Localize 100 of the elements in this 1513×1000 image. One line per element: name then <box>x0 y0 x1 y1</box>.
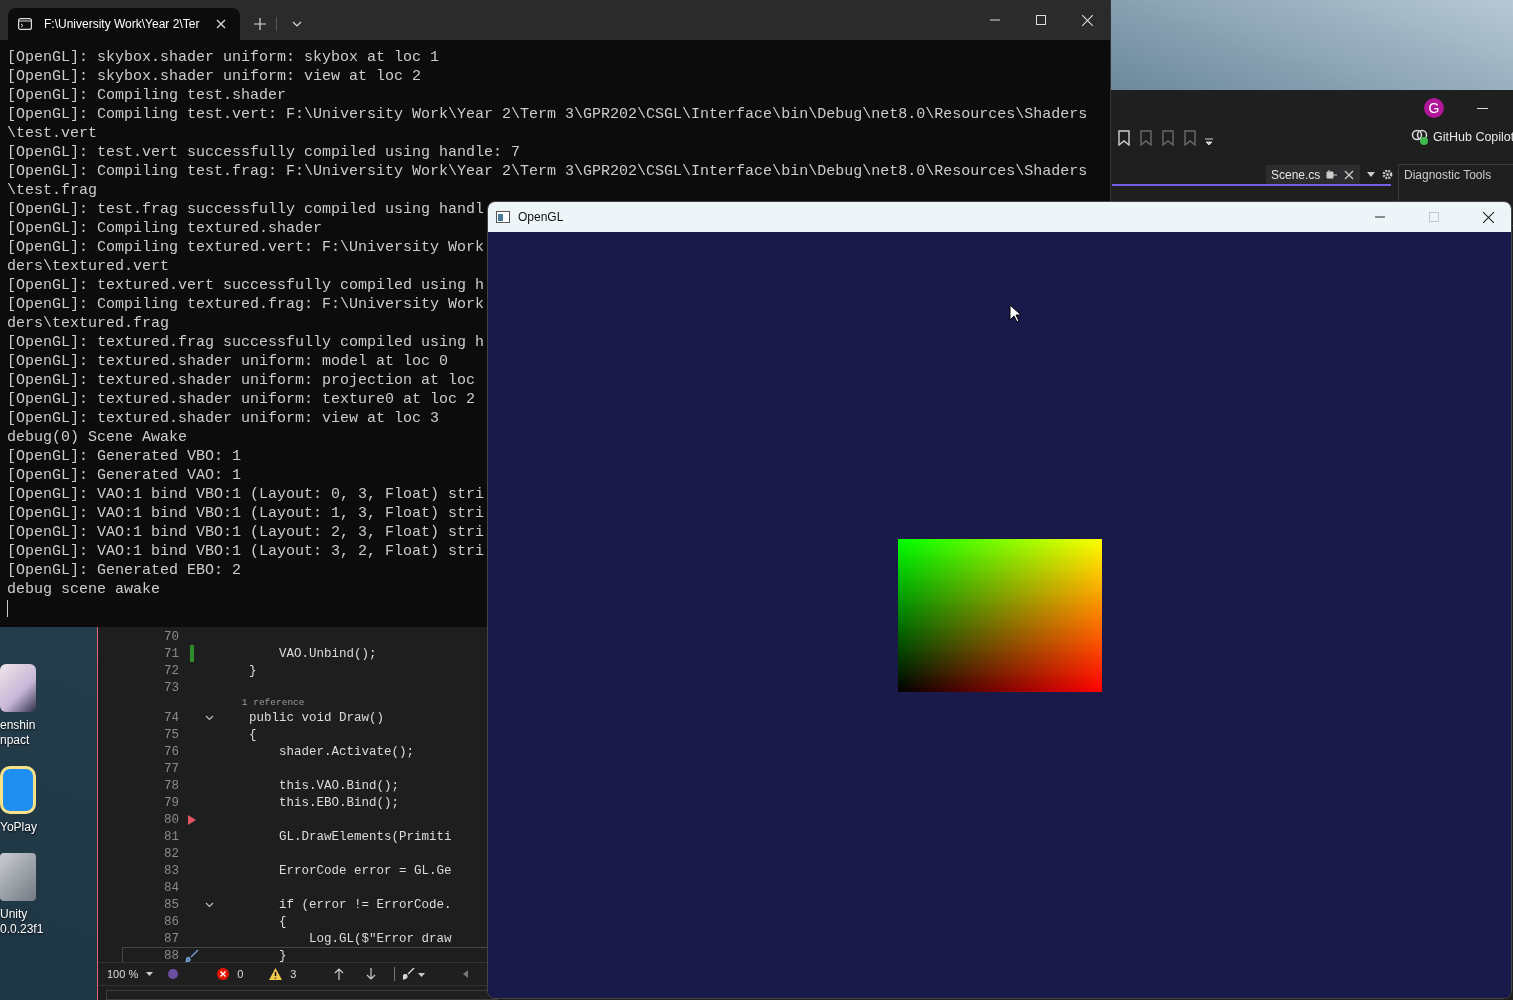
line-number: 83 <box>163 863 179 878</box>
line-number: 87 <box>163 931 179 946</box>
terminal-output-line: [OpenGL]: Compiling textured.vert: F:\University Work <box>7 238 485 257</box>
line-number: 72 <box>163 663 179 678</box>
terminal-output-line: [OpenGL]: VAO:1 bind VBO:1 (Layout: 3, 2, Float) stri <box>7 542 485 561</box>
code-line: } <box>278 948 287 962</box>
terminal-output-line: [OpenGL]: textured.shader uniform: projection at loc <box>7 371 476 390</box>
terminal-output-line: ders\textured.frag <box>7 314 170 333</box>
terminal-output-line: [OpenGL]: VAO:1 bind VBO:1 (Layout: 1, 3, Float) stri <box>7 504 485 523</box>
line-number: 71 <box>163 646 179 661</box>
window-icon <box>496 211 510 223</box>
close-icon[interactable] <box>216 19 226 29</box>
document-tab[interactable]: Scene.cs <box>1266 165 1361 184</box>
warning-icon[interactable] <box>269 968 283 980</box>
terminal-output-line: [OpenGL]: test.vert successfully compiled using handle: 7 <box>7 143 521 162</box>
line-number: 86 <box>163 914 179 929</box>
desktop-icon-label[interactable]: Unity 0.0.23f1 <box>0 907 60 937</box>
code-line: this.VAO.Bind(); <box>278 778 400 793</box>
terminal-output-line: [OpenGL]: textured.shader uniform: view at loc 3 <box>7 409 440 428</box>
collapse-icon[interactable] <box>205 901 214 908</box>
terminal-output-line: [OpenGL]: Compiling test.shader <box>7 86 287 105</box>
brush-icon[interactable] <box>185 948 199 962</box>
desktop-icon-label[interactable]: enshin npact <box>0 718 60 748</box>
code-line: { <box>248 727 257 742</box>
window-title: OpenGL <box>518 210 564 224</box>
terminal-output-line: \test.frag <box>7 181 97 200</box>
code-line: shader.Activate(); <box>278 744 415 759</box>
brush-icon[interactable] <box>403 968 426 980</box>
line-number: 88 <box>163 948 179 962</box>
terminal-output-line: [OpenGL]: Compiling test.vert: F:\University Work\Year 2\Term 3\GPR202\CSGL\Interface\bin\Debug\net8.0\Resources\Shaders <box>7 105 1088 124</box>
overflow-icon[interactable] <box>1205 138 1213 146</box>
error-icon[interactable] <box>217 968 230 980</box>
zoom-dropdown[interactable]: 100 % <box>107 968 160 980</box>
line-number: 70 <box>163 629 179 644</box>
line-number: 79 <box>163 795 179 810</box>
terminal-output-line: [OpenGL]: textured.shader uniform: texture0 at loc 2 <box>7 390 476 409</box>
line-number: 78 <box>163 778 179 793</box>
account-avatar[interactable]: G <box>1424 98 1444 118</box>
terminal-output-line: debug scene awake <box>7 580 161 599</box>
arrow-up-icon[interactable] <box>334 968 345 980</box>
terminal-output-line: [OpenGL]: test.frag successfully compiled using handl <box>7 200 485 219</box>
chat-app-icon[interactable] <box>0 766 36 814</box>
code-line: } <box>248 663 257 678</box>
terminal-output-line: [OpenGL]: textured.frag successfully compiled using h <box>7 333 485 352</box>
terminal-output-line: [OpenGL]: skybox.shader uniform: skybox at loc 1 <box>7 48 440 67</box>
scroll-left-icon[interactable] <box>463 970 469 978</box>
code-line: ErrorCode error = GL.Ge <box>278 863 452 878</box>
terminal-output-line: [OpenGL]: VAO:1 bind VBO:1 (Layout: 0, 3, Float) stri <box>7 485 485 504</box>
line-number: 81 <box>163 829 179 844</box>
triangle-marker-icon <box>188 814 196 825</box>
line-number: 75 <box>163 727 179 742</box>
line-number: 77 <box>163 761 179 776</box>
arrow-down-icon[interactable] <box>366 968 377 980</box>
settings-icon[interactable] <box>1382 169 1394 180</box>
terminal-icon <box>18 18 32 30</box>
code-line: if (error != ErrorCode. <box>278 897 452 912</box>
terminal-output-line: debug(0) Scene Awake <box>7 428 188 447</box>
terminal-output-line: [OpenGL]: VAO:1 bind VBO:1 (Layout: 2, 3, Float) stri <box>7 523 485 542</box>
terminal-output-line: [OpenGL]: skybox.shader uniform: view at loc 2 <box>7 67 422 86</box>
mouse-pointer-icon <box>1009 304 1021 323</box>
terminal-output-line: [OpenGL]: Generated VAO: 1 <box>7 466 242 485</box>
line-number: 76 <box>163 744 179 759</box>
close-icon[interactable] <box>1344 169 1355 180</box>
code-line: VAO.Unbind(); <box>278 646 377 661</box>
terminal-output-line: [OpenGL]: textured.vert successfully compiled using h <box>7 276 485 295</box>
code-line: GL.DrawElements(Primiti <box>278 829 452 844</box>
dropdown-icon[interactable] <box>1367 172 1376 177</box>
line-number: 84 <box>163 880 179 895</box>
terminal-tab[interactable]: F:\University Work\Year 2\Ter <box>8 8 240 40</box>
panel-title: Diagnostic Tools <box>1403 167 1493 184</box>
code-line: Log.GL($"Error draw <box>308 931 452 946</box>
terminal-output-line: \test.vert <box>7 124 97 143</box>
warning-count: 3 <box>290 968 297 980</box>
terminal-output-line: [OpenGL]: Compiling test.frag: F:\University Work\Year 2\Term 3\GPR202\CSGL\Interface\bin\Debug\net8.0\Resources\Shaders <box>7 162 1088 181</box>
code-line: { <box>278 914 287 929</box>
maximize-icon <box>1429 212 1439 222</box>
close-icon <box>1482 211 1494 223</box>
caret-icon <box>146 972 154 976</box>
maximize-icon <box>1036 15 1046 25</box>
code-line: public void Draw() <box>248 710 385 725</box>
reference-count-link[interactable]: 1 reference <box>219 697 305 708</box>
line-number: 80 <box>163 812 179 827</box>
pin-icon[interactable] <box>1326 169 1339 180</box>
chevron-down-icon <box>292 21 302 27</box>
line-number: 82 <box>163 846 179 861</box>
change-marker <box>190 645 194 662</box>
collapse-icon[interactable] <box>205 714 214 721</box>
text-cursor <box>7 600 8 617</box>
terminal-output-line: [OpenGL]: Generated VBO: 1 <box>7 447 242 466</box>
line-number: 85 <box>163 897 179 912</box>
terminal-output-line: ders\textured.vert <box>7 257 170 276</box>
terminal-output-line: [OpenGL]: textured.shader uniform: model at loc 0 <box>7 352 449 371</box>
app-picture-icon[interactable] <box>0 664 36 712</box>
terminal-output-line: [OpenGL]: Compiling textured.frag: F:\University Work <box>7 295 485 314</box>
terminal-output-line: [OpenGL]: Compiling textured.shader <box>7 219 323 238</box>
error-count: 0 <box>237 968 244 980</box>
terminal-output-line: [OpenGL]: Generated EBO: 2 <box>7 561 242 580</box>
line-number: 74 <box>163 710 179 725</box>
desktop-icon-label[interactable]: YoPlay <box>0 820 60 835</box>
plus-icon <box>254 18 266 30</box>
